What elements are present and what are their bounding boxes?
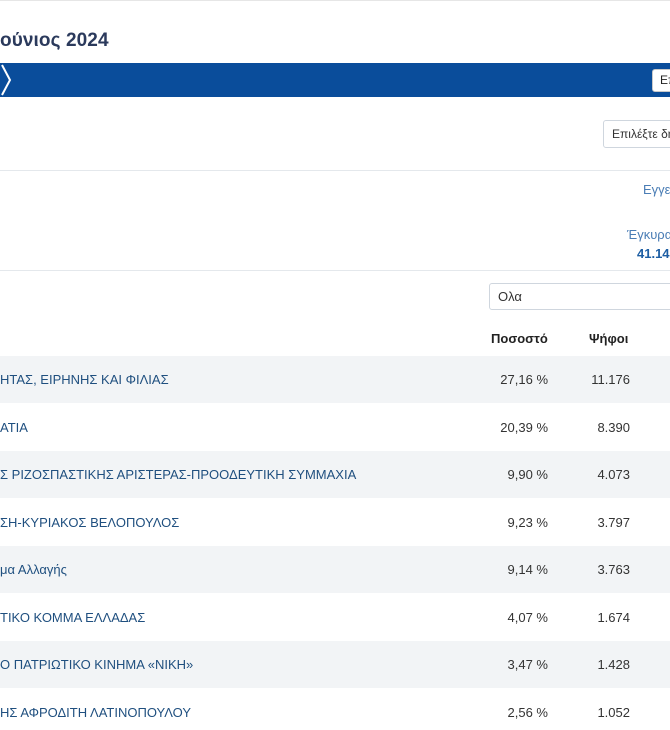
valid-votes-value: 41.149 bbox=[637, 246, 670, 261]
divider bbox=[0, 170, 670, 171]
table-row: μα Αλλαγής 9,14 % 3.763 bbox=[0, 546, 670, 593]
party-name-link[interactable]: ΗΤΑΣ, ΕΙΡΗΝΗΣ ΚΑΙ ΦΙΛΙΑΣ bbox=[0, 372, 169, 387]
votes-column-header: Ψήφοι bbox=[589, 331, 629, 346]
registered-voters-label: Εγγε bbox=[643, 182, 670, 197]
party-name-link[interactable]: ΑΤΙΑ bbox=[0, 420, 28, 435]
party-percent: 4,07 % bbox=[507, 609, 548, 625]
chevron-right-icon[interactable] bbox=[0, 63, 14, 97]
table-row: Σ ΡΙΖΟΣΠΑΣΤΙΚΗΣ ΑΡΙΣΤΕΡΑΣ-ΠΡΟΟΔΕΥΤΙΚΗ ΣΥ… bbox=[0, 451, 670, 498]
party-percent: 2,56 % bbox=[507, 704, 548, 720]
table-row: ΑΤΙΑ 20,39 % 8.390 bbox=[0, 404, 670, 451]
navigation-bar: Επ bbox=[0, 63, 670, 97]
party-votes: 8.390 bbox=[597, 419, 630, 435]
table-row: ΤΙΚΟ ΚΟΜΜΑ ΕΛΛΑΔΑΣ 4,07 % 1.674 bbox=[0, 594, 670, 641]
party-filter-select[interactable]: Ολα bbox=[489, 283, 670, 310]
party-name-link[interactable]: ΣΗ-ΚΥΡΙΑΚΟΣ ΒΕΛΟΠΟΥΛΟΣ bbox=[0, 515, 179, 530]
table-row: ΗΤΑΣ, ΕΙΡΗΝΗΣ ΚΑΙ ΦΙΛΙΑΣ 27,16 % 11.176 bbox=[0, 356, 670, 403]
party-name-link[interactable]: Ο ΠΑΤΡΙΩΤΙΚΟ ΚΙΝΗΜΑ «ΝΙΚΗ» bbox=[0, 657, 193, 672]
percent-column-header: Ποσοστό bbox=[491, 331, 548, 346]
top-divider bbox=[0, 0, 670, 1]
valid-votes-label: Έγκυρα bbox=[627, 227, 670, 242]
party-votes: 3.797 bbox=[597, 514, 630, 530]
party-name-link[interactable]: μα Αλλαγής bbox=[0, 562, 67, 577]
party-votes: 1.674 bbox=[597, 609, 630, 625]
party-votes: 11.176 bbox=[591, 372, 630, 387]
party-percent: 9,90 % bbox=[507, 467, 548, 482]
party-percent: 3,47 % bbox=[507, 657, 548, 672]
divider bbox=[0, 270, 670, 271]
party-percent: 27,16 % bbox=[500, 372, 548, 387]
district-select[interactable]: Επιλέξτε δή bbox=[603, 120, 670, 148]
table-row: ΗΣ ΑΦΡΟΔΙΤΗ ΛΑΤΙΝΟΠΟΥΛΟΥ 2,56 % 1.052 bbox=[0, 689, 670, 730]
party-votes: 1.428 bbox=[597, 657, 630, 672]
party-name-link[interactable]: ΤΙΚΟ ΚΟΜΜΑ ΕΛΛΑΔΑΣ bbox=[0, 610, 145, 625]
page-title: ούνιος 2024 bbox=[0, 30, 109, 51]
party-percent: 9,23 % bbox=[507, 514, 548, 530]
party-name-link[interactable]: ΗΣ ΑΦΡΟΔΙΤΗ ΛΑΤΙΝΟΠΟΥΛΟΥ bbox=[0, 705, 191, 720]
party-votes: 3.763 bbox=[597, 562, 630, 577]
party-percent: 20,39 % bbox=[500, 419, 548, 435]
table-row: ΣΗ-ΚΥΡΙΑΚΟΣ ΒΕΛΟΠΟΥΛΟΣ 9,23 % 3.797 bbox=[0, 499, 670, 546]
table-row: Ο ΠΑΤΡΙΩΤΙΚΟ ΚΙΝΗΜΑ «ΝΙΚΗ» 3,47 % 1.428 bbox=[0, 641, 670, 688]
nav-bar-button[interactable]: Επ bbox=[652, 69, 670, 92]
party-votes: 4.073 bbox=[597, 467, 630, 482]
party-votes: 1.052 bbox=[597, 704, 630, 720]
party-percent: 9,14 % bbox=[507, 562, 548, 577]
party-name-link[interactable]: Σ ΡΙΖΟΣΠΑΣΤΙΚΗΣ ΑΡΙΣΤΕΡΑΣ-ΠΡΟΟΔΕΥΤΙΚΗ ΣΥ… bbox=[0, 467, 356, 482]
